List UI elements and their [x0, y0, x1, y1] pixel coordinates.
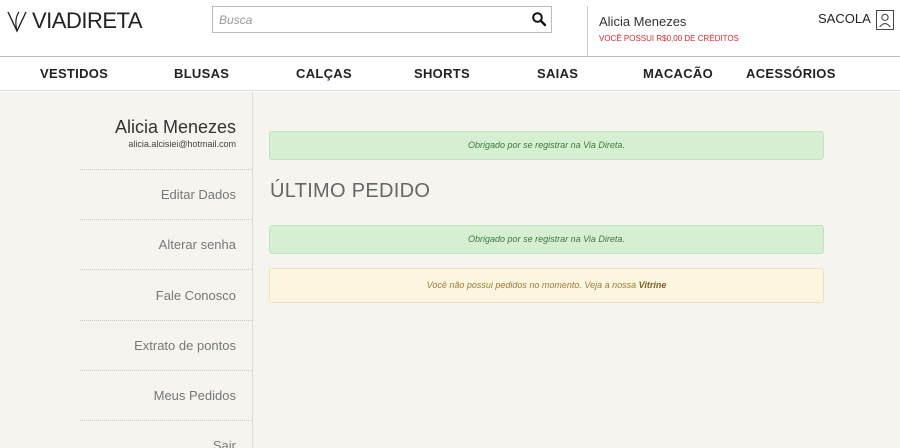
nav-item-shorts[interactable]: SHORTS	[414, 66, 470, 81]
header-user-name[interactable]: Alicia Menezes	[599, 14, 686, 29]
page-title: ÚLTIMO PEDIDO	[270, 180, 431, 202]
warning-alert: Você não possui pedidos no momento. Veja…	[269, 268, 824, 303]
success-alert: Obrigado por se registrar na Via Direta.	[269, 131, 824, 160]
success-alert: Obrigado por se registrar na Via Direta.	[269, 225, 824, 254]
sidebar-divider	[80, 269, 253, 270]
bag-icon[interactable]	[876, 10, 894, 30]
nav-item-blusas[interactable]: BLUSAS	[174, 66, 229, 81]
sidebar-user-email: alicia.alcisiei@hotmail.com	[128, 139, 236, 149]
account-sidebar: Alicia Menezes alicia.alcisiei@hotmail.c…	[0, 92, 253, 448]
header: VIADIRETA Alicia Menezes VOCÊ POSSUI R$0…	[0, 0, 900, 56]
sidebar-divider	[80, 420, 253, 421]
credits-text: VOCÊ POSSUI R$0,00 DE CRÉDITOS	[599, 34, 739, 43]
nav-item-saias[interactable]: SAIAS	[537, 66, 578, 81]
nav-item-acessorios[interactable]: ACESSÓRIOS	[746, 66, 836, 81]
nav-item-calcas[interactable]: CALÇAS	[296, 66, 352, 81]
nav-item-macacao[interactable]: MACACÃO	[643, 66, 713, 81]
sidebar-item-sair[interactable]: Sair	[213, 438, 236, 448]
sidebar-divider	[80, 320, 253, 321]
search-box	[212, 6, 552, 33]
nav-item-vestidos[interactable]: VESTIDOS	[40, 66, 108, 81]
sidebar-item-fale-conosco[interactable]: Fale Conosco	[156, 288, 236, 303]
sidebar-user-name: Alicia Menezes	[114, 117, 236, 137]
viadireta-logo-icon	[7, 11, 27, 33]
header-divider	[587, 6, 588, 56]
sidebar-item-editar-dados[interactable]: Editar Dados	[161, 187, 236, 202]
sidebar-divider	[80, 169, 253, 170]
sidebar-item-alterar-senha[interactable]: Alterar senha	[159, 237, 236, 252]
sidebar-item-meus-pedidos[interactable]: Meus Pedidos	[154, 388, 236, 403]
search-input[interactable]	[213, 7, 523, 32]
logo[interactable]: VIADIRETA	[6, 8, 143, 34]
bag-label[interactable]: SACOLA	[818, 11, 871, 26]
vitrine-link[interactable]: Vitrine	[639, 280, 667, 290]
sidebar-divider	[80, 370, 253, 371]
sidebar-item-extrato-de-pontos[interactable]: Extrato de pontos	[134, 338, 236, 353]
sidebar-divider	[80, 219, 253, 220]
main-nav: VESTIDOS BLUSAS CALÇAS SHORTS SAIAS MACA…	[0, 56, 900, 91]
search-icon[interactable]	[531, 11, 547, 27]
logo-text: VIADIRETA	[32, 8, 143, 33]
warning-text: Você não possui pedidos no momento. Veja…	[426, 280, 637, 290]
